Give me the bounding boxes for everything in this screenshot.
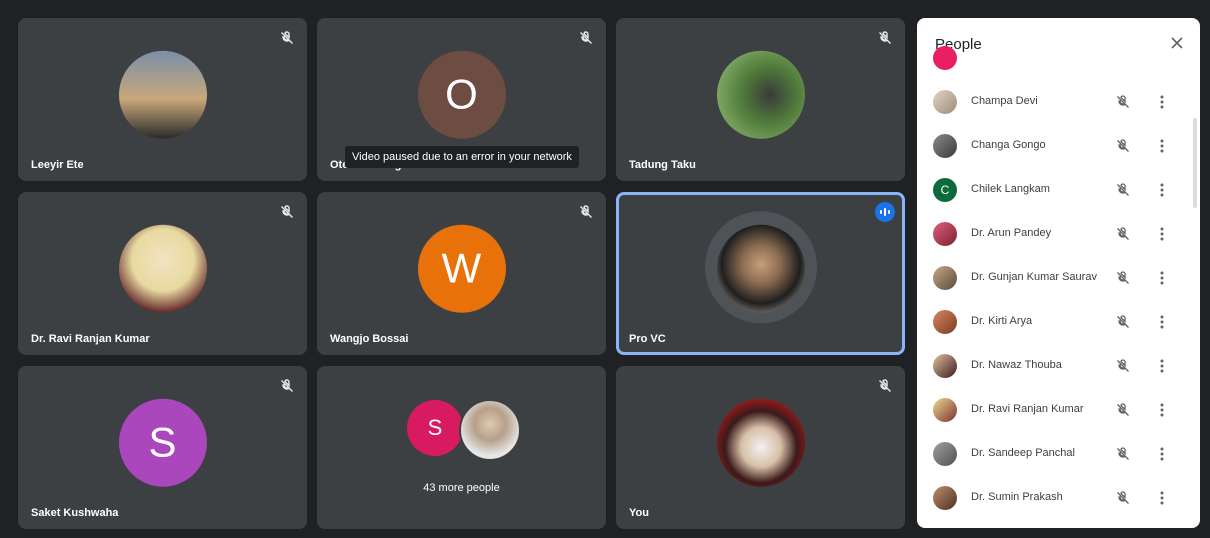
avatar: C [933,178,957,202]
mic-off-icon [580,31,592,44]
avatar [933,398,957,422]
participant-tile[interactable]: O Otem Padung Video paused due to an err… [317,18,606,181]
participant-name: You [629,507,649,519]
avatar [933,134,957,158]
list-item[interactable]: Dr. Kirti Arya [917,300,1200,344]
avatar: W [417,224,506,313]
participant-name: Changa Gongo [971,139,1046,151]
avatar: O [417,50,506,139]
avatar [933,442,957,466]
more-options-icon[interactable] [1158,94,1166,110]
avatar [118,50,207,139]
avatar [716,224,805,313]
avatar [933,310,957,334]
more-options-icon[interactable] [1158,446,1166,462]
participant-name: Pro VC [629,333,666,345]
participant-name: Saket Kushwaha [31,507,119,519]
avatar [118,224,207,313]
more-options-icon[interactable] [1158,402,1166,418]
avatar [933,354,957,378]
mic-off-icon [1117,315,1129,328]
mic-off-icon [1117,271,1129,284]
list-item[interactable]: Dr. Arun Pandey [917,212,1200,256]
participant-name: Tadung Taku [629,159,696,171]
participant-name: Dr. Nawaz Thouba [971,359,1062,371]
list-item[interactable]: Dr. Sumin Prakash [917,476,1200,520]
more-options-icon[interactable] [1158,226,1166,242]
participant-tile[interactable]: W Wangjo Bossai [317,192,606,355]
mic-off-icon [1117,447,1129,460]
mic-off-icon [1117,491,1129,504]
mic-off-icon [1117,403,1129,416]
avatar [459,399,521,461]
avatar [933,266,957,290]
participant-name: Dr. Sumin Prakash [971,491,1063,503]
mic-off-icon [1117,183,1129,196]
list-item[interactable]: Champa Devi [917,80,1200,124]
video-grid: Leeyir Ete O Otem Padung Video paused du… [0,0,915,538]
list-item[interactable]: Dr. Nawaz Thouba [917,344,1200,388]
avatar: S [407,400,463,456]
mic-off-icon [580,205,592,218]
list-item[interactable]: Dr. Ravi Ranjan Kumar [917,388,1200,432]
participant-tile-active-speaker[interactable]: Pro VC [616,192,905,355]
participant-name: Dr. Gunjan Kumar Saurav [971,271,1097,283]
more-options-icon[interactable] [1158,138,1166,154]
speaking-indicator-icon [875,202,895,222]
participant-tile[interactable]: Leeyir Ete [18,18,307,181]
participant-tile[interactable]: Dr. Ravi Ranjan Kumar [18,192,307,355]
participant-name: Dr. Ravi Ranjan Kumar [31,333,150,345]
more-options-icon[interactable] [1158,182,1166,198]
participant-name: Dr. Arun Pandey [971,227,1052,239]
list-item[interactable] [917,36,1200,80]
mic-off-icon [1117,95,1129,108]
more-people-tile[interactable]: S 43 more people [317,366,606,529]
mic-off-icon [879,31,891,44]
mic-off-icon [879,379,891,392]
list-item[interactable]: Dr. Sandeep Panchal [917,432,1200,476]
participant-name: Chilek Langkam [971,183,1050,195]
self-tile[interactable]: You [616,366,905,529]
participant-name: Wangjo Bossai [330,333,409,345]
avatar [933,90,957,114]
list-item[interactable]: Changa Gongo [917,124,1200,168]
mic-off-icon [1117,359,1129,372]
avatar [933,46,957,70]
participant-name: Dr. Ravi Ranjan Kumar [971,403,1084,415]
avatar [933,222,957,246]
participant-name: Dr. Kirti Arya [971,315,1033,327]
scrollbar[interactable] [1193,118,1197,208]
more-options-icon[interactable] [1158,270,1166,286]
participant-tile[interactable]: Tadung Taku [616,18,905,181]
mic-off-icon [281,205,293,218]
mic-off-icon [1117,227,1129,240]
participant-name: Champa Devi [971,95,1038,107]
participant-name: Leeyir Ete [31,159,84,171]
more-options-icon[interactable] [1158,490,1166,506]
more-options-icon[interactable] [1158,314,1166,330]
more-options-icon[interactable] [1158,358,1166,374]
avatar [716,50,805,139]
list-item[interactable]: Dr. Gunjan Kumar Saurav [917,256,1200,300]
avatar [933,486,957,510]
participant-tile[interactable]: S Saket Kushwaha [18,366,307,529]
more-people-label: 43 more people [423,482,500,494]
avatar: S [118,398,207,487]
mic-off-icon [281,379,293,392]
mic-off-icon [1117,139,1129,152]
mic-off-icon [281,31,293,44]
participant-name: Dr. Sandeep Panchal [971,447,1075,459]
list-item[interactable]: C Chilek Langkam [917,168,1200,212]
network-error-tooltip: Video paused due to an error in your net… [345,146,579,168]
avatar [716,398,805,487]
people-panel: People Champa Devi Changa Gongo C Chilek… [917,18,1200,528]
